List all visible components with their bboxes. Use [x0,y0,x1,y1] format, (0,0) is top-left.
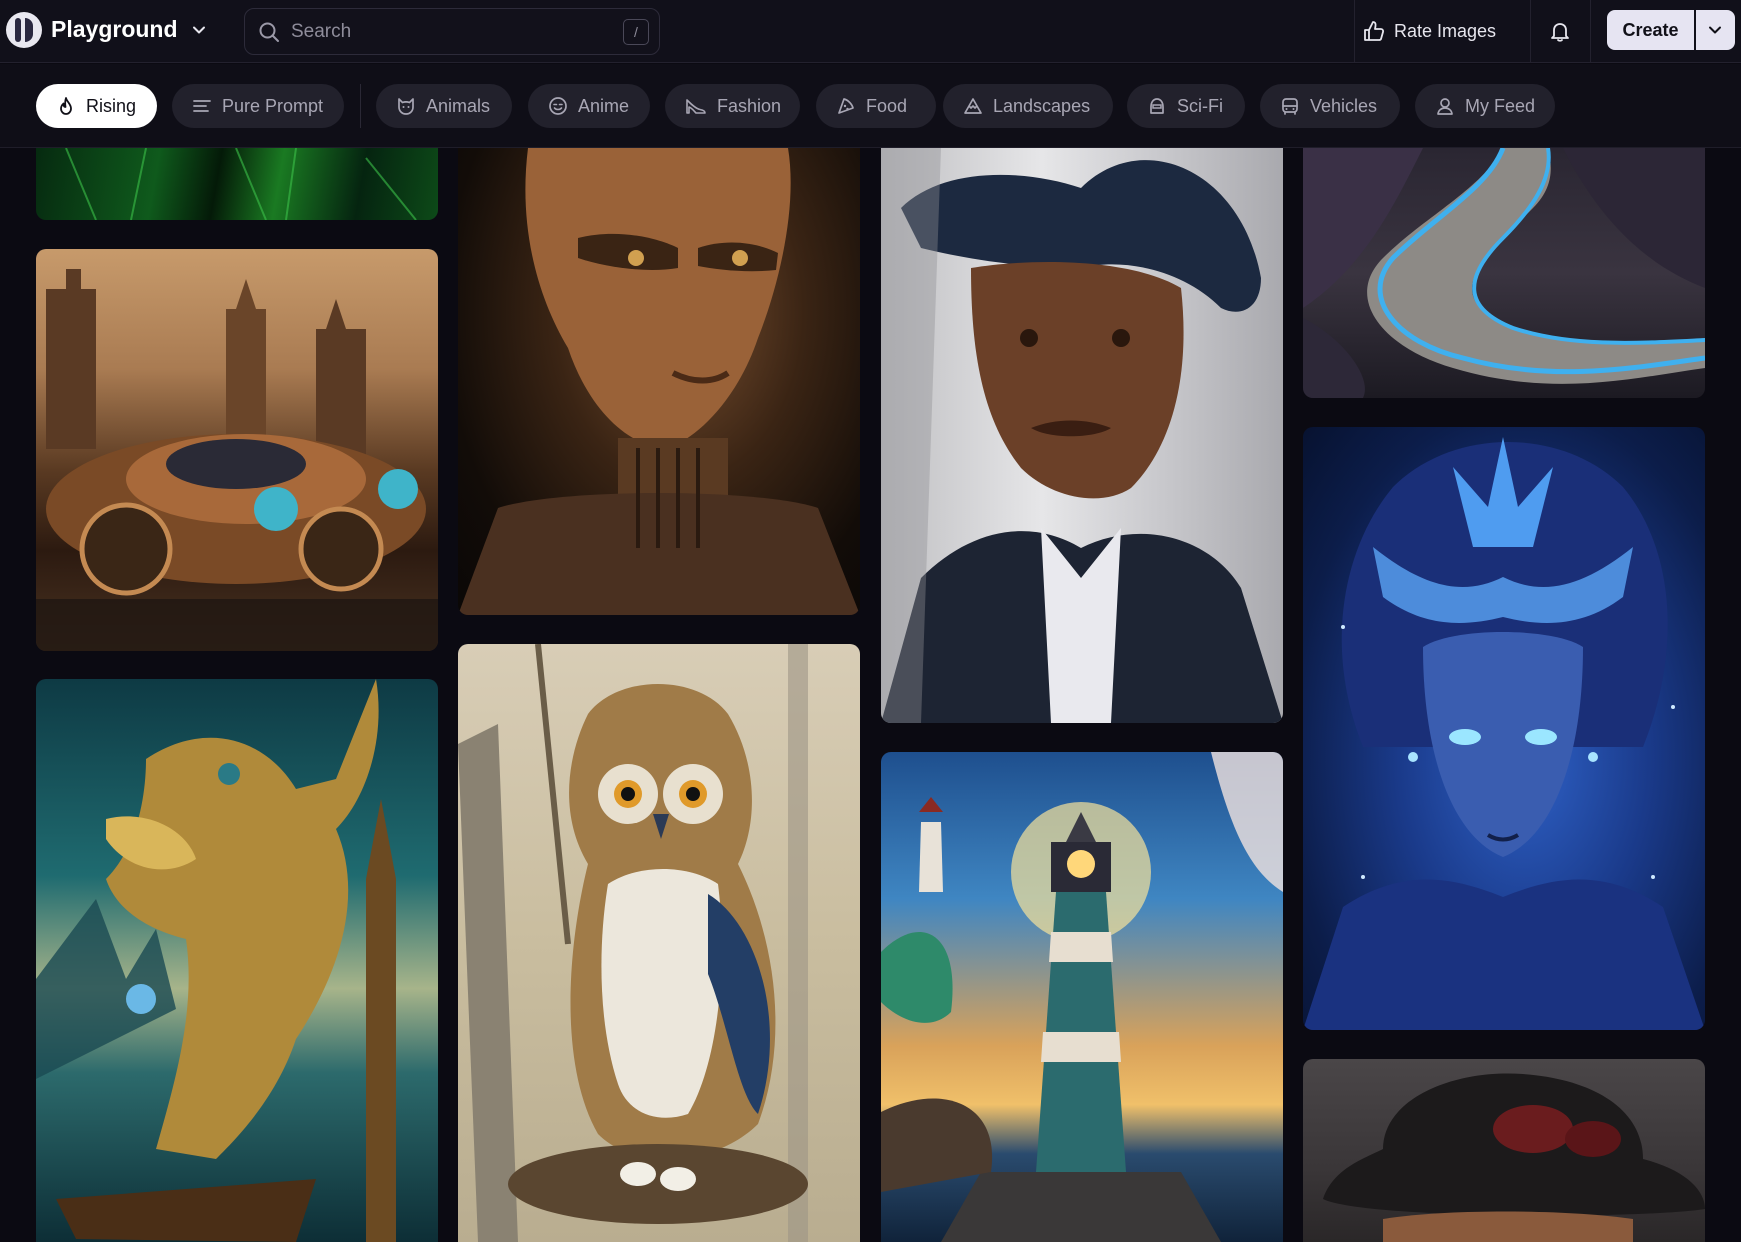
pizza-slice-icon [838,98,854,114]
brand-name[interactable]: Playground [51,16,178,43]
category-separator [360,84,361,128]
header-divider [1530,0,1531,63]
category-label: Vehicles [1310,95,1378,116]
search-shortcut-key: / [623,19,649,45]
thumbs-up-icon [1364,21,1385,41]
text-lines-icon [193,100,211,112]
create-dropdown-button[interactable] [1696,10,1735,50]
category-chip-anime[interactable]: Anime [528,84,650,128]
category-chip-animals[interactable]: Animals [376,84,512,128]
category-chip-fashion[interactable]: Fashion [665,84,800,128]
header-divider [1354,0,1355,63]
image-green-abstract[interactable] [36,148,438,220]
mountain-icon [964,98,982,114]
category-label: Food [866,95,908,116]
top-bar: Playground / Rate Images Create [0,0,1741,63]
image-glowing-river[interactable] [1303,148,1705,398]
car-icon [1282,98,1298,115]
image-lighthouse-sunset[interactable] [881,752,1283,1242]
category-label: Fashion [717,95,782,116]
rate-images-label: Rate Images [1394,20,1497,41]
category-label: My Feed [1465,95,1536,116]
category-chip-food[interactable]: Food [816,84,936,128]
user-icon [1437,98,1453,115]
high-heel-icon [686,99,706,114]
image-owl-on-nest[interactable] [458,644,860,1242]
image-steampunk-car[interactable] [36,249,438,651]
chevron-down-icon [1709,26,1721,34]
image-man-in-hat-portrait[interactable] [881,148,1283,723]
create-button[interactable]: Create [1607,10,1694,50]
category-label: Rising [86,95,137,116]
category-chip-sci-fi[interactable]: Sci-Fi [1127,84,1245,128]
category-label: Sci-Fi [1177,95,1223,116]
category-chip-pure-prompt[interactable]: Pure Prompt [172,84,344,128]
category-chip-my-feed[interactable]: My Feed [1415,84,1555,128]
category-chip-landscapes[interactable]: Landscapes [943,84,1113,128]
image-bronze-android-woman[interactable] [458,148,860,615]
search-box[interactable]: / [244,8,660,55]
search-icon [259,22,279,42]
header-divider [1590,0,1591,63]
category-chip-vehicles[interactable]: Vehicles [1260,84,1400,128]
chevron-down-icon[interactable] [192,23,206,37]
category-label: Pure Prompt [222,95,324,116]
category-label: Landscapes [993,95,1091,116]
image-dragon-creature[interactable] [36,679,438,1242]
search-input[interactable] [291,19,591,45]
image-dark-hat-figure[interactable] [1303,1059,1705,1242]
category-label: Animals [426,95,491,116]
category-label: Anime [578,95,630,116]
category-bar: Rising Pure Prompt Animals Anime Fashion… [0,64,1741,148]
category-chip-rising[interactable]: Rising [36,84,157,128]
astronaut-icon [1150,98,1164,114]
bell-icon[interactable] [1548,19,1572,43]
flame-icon [60,97,72,115]
cat-face-icon [398,98,414,115]
image-blue-goddess[interactable] [1303,427,1705,1030]
smile-face-icon [549,97,567,115]
rate-images-button[interactable]: Rate Images [1363,10,1523,52]
playground-logo-icon[interactable] [6,12,42,48]
